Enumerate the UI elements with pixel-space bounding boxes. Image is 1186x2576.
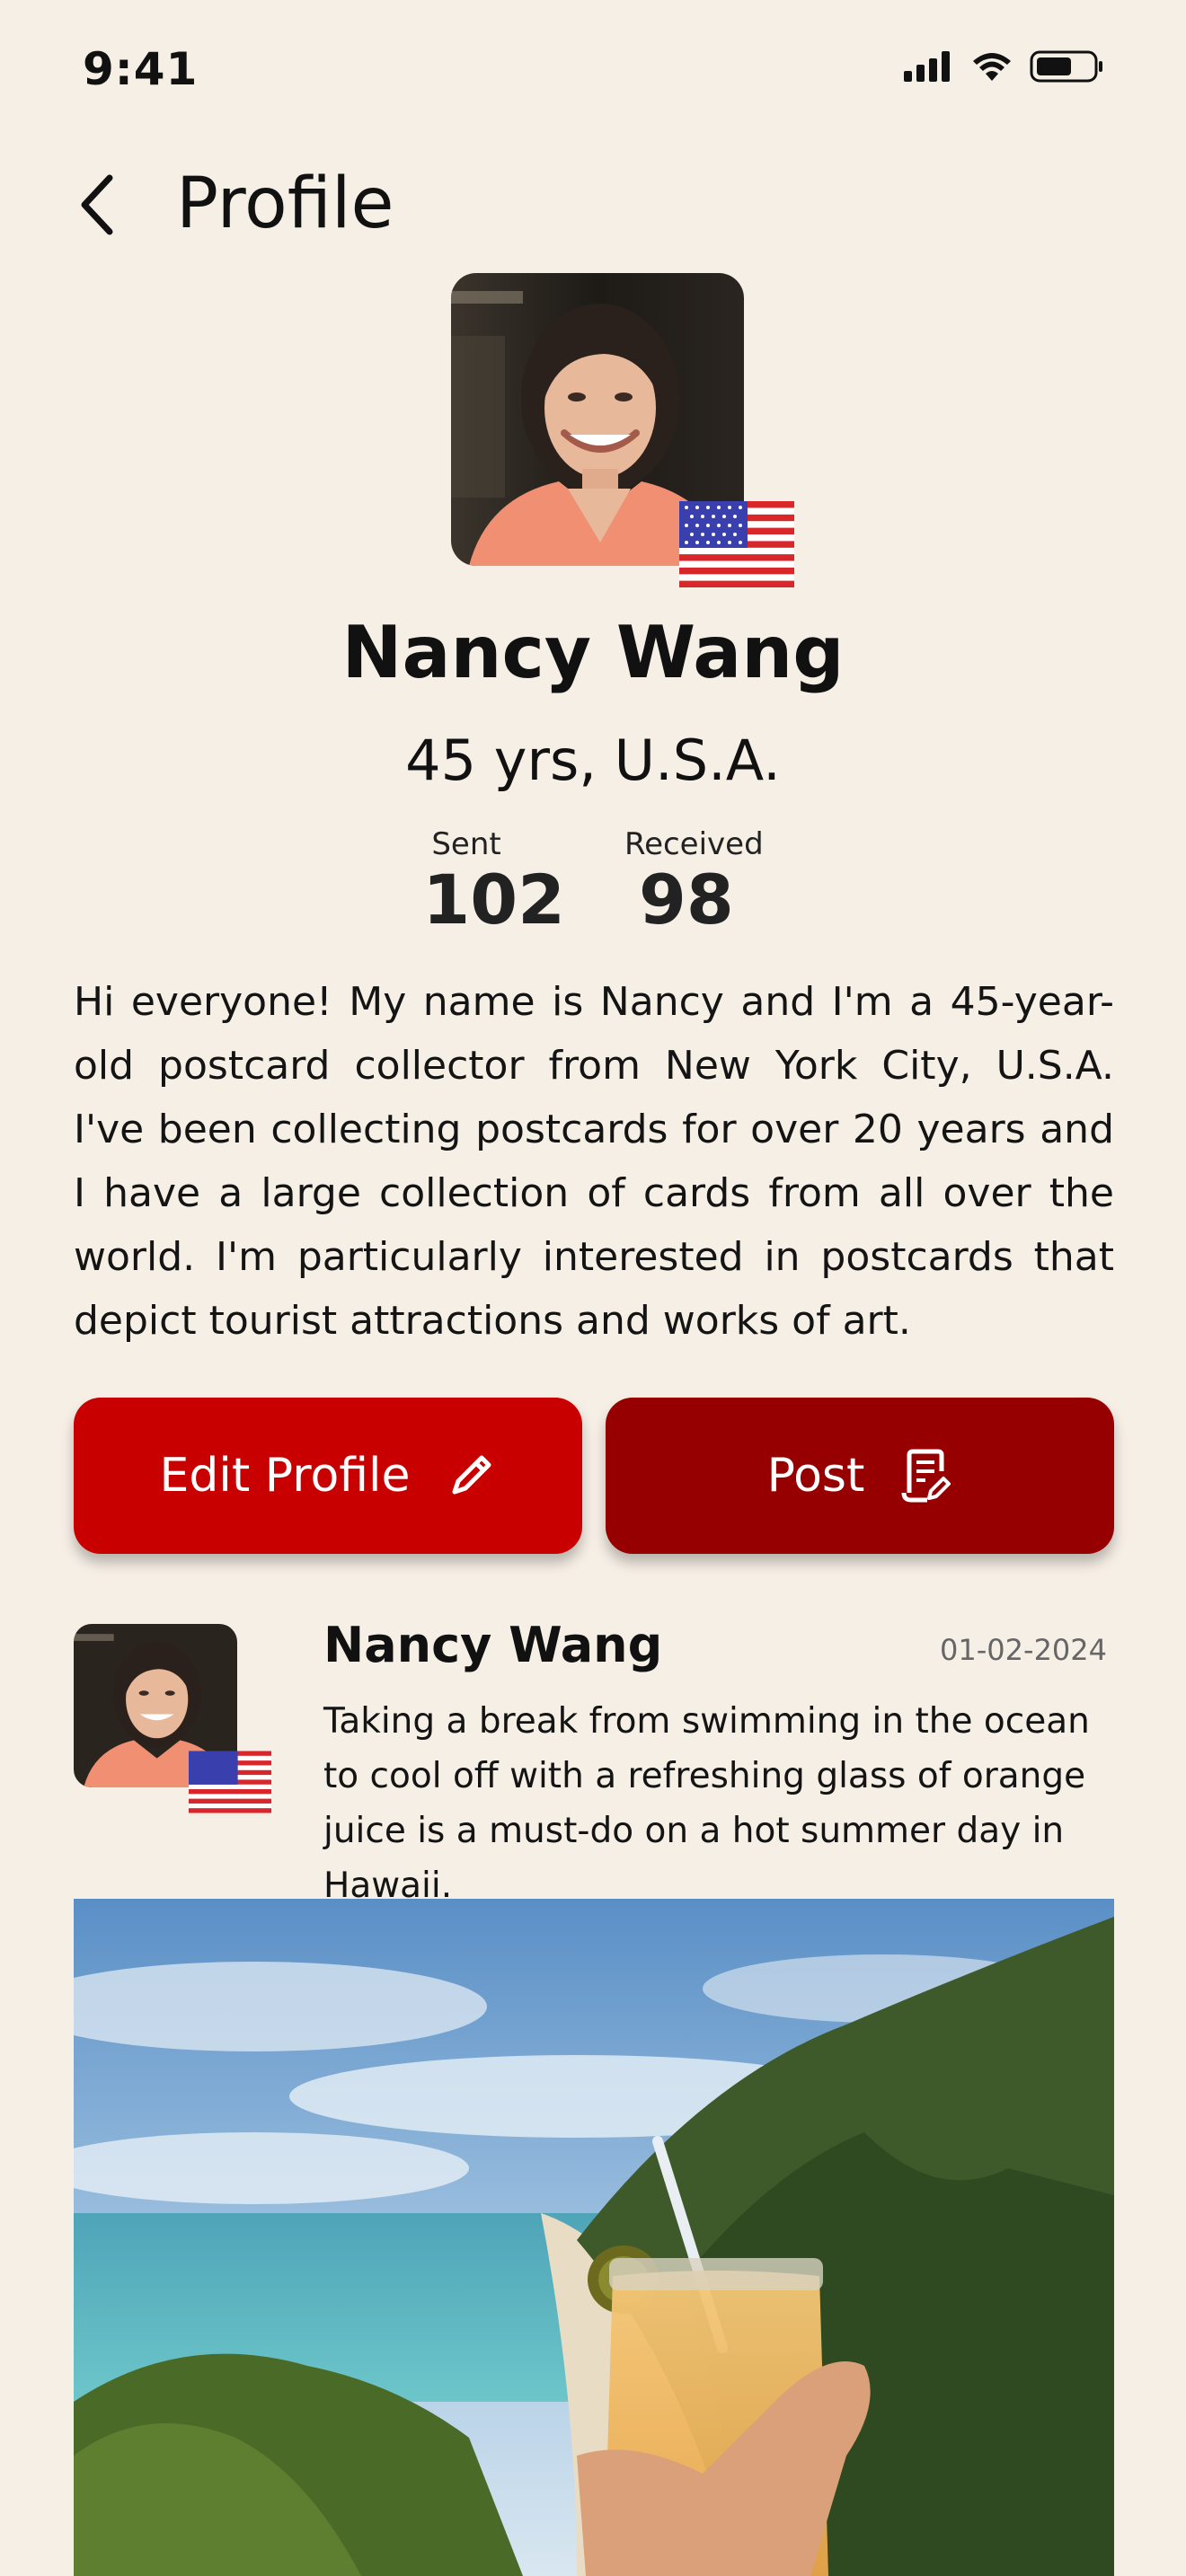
stat-sent-label: Sent	[431, 826, 501, 862]
us-flag-icon	[189, 1751, 271, 1813]
edit-profile-button[interactable]: Edit Profile	[74, 1398, 582, 1554]
post-card: Nancy Wang 01-02-2024 Taking a break fro…	[0, 1617, 1186, 1906]
profile-bio: Hi everyone! My name is Nancy and I'm a …	[74, 979, 1114, 1344]
document-edit-icon	[901, 1449, 951, 1503]
stat-received-label: Received	[624, 826, 764, 862]
status-time: 9:41	[83, 43, 199, 95]
post-photo	[74, 1899, 1114, 2576]
stat-sent-value: 102	[422, 860, 565, 940]
post-author[interactable]: Nancy Wang	[323, 1617, 662, 1673]
us-flag-icon	[679, 501, 794, 587]
back-button[interactable]	[70, 169, 124, 241]
post-avatar-wrap	[74, 1624, 271, 1822]
stat-sent: Sent 102	[422, 826, 565, 938]
stat-received-value: 98	[638, 860, 734, 940]
post-date: 01-02-2024	[940, 1633, 1107, 1667]
post-label: Post	[766, 1449, 865, 1503]
wifi-icon	[973, 53, 1011, 81]
edit-profile-label: Edit Profile	[159, 1449, 411, 1503]
status-bar: 9:41	[0, 0, 1186, 144]
profile-avatar-wrap	[451, 273, 794, 587]
pencil-icon	[452, 1455, 491, 1495]
post-text: Taking a break from swimming in the ocea…	[323, 1701, 1090, 1906]
nav-bar: Profile	[0, 153, 1186, 251]
profile-stats: Sent 102 Received 98	[0, 826, 1186, 938]
post-image[interactable]	[74, 1899, 1114, 2576]
stat-received: Received 98	[615, 826, 764, 938]
profile-name: Nancy Wang	[341, 611, 845, 694]
chevron-left-icon	[81, 174, 113, 235]
profile-age-location: 45 yrs, U.S.A.	[405, 728, 781, 793]
cellular-signal-icon	[904, 51, 950, 82]
page-title: Profile	[176, 163, 394, 244]
battery-icon	[1030, 50, 1102, 83]
post-button[interactable]: Post	[606, 1398, 1114, 1554]
status-icons	[904, 50, 1103, 83]
